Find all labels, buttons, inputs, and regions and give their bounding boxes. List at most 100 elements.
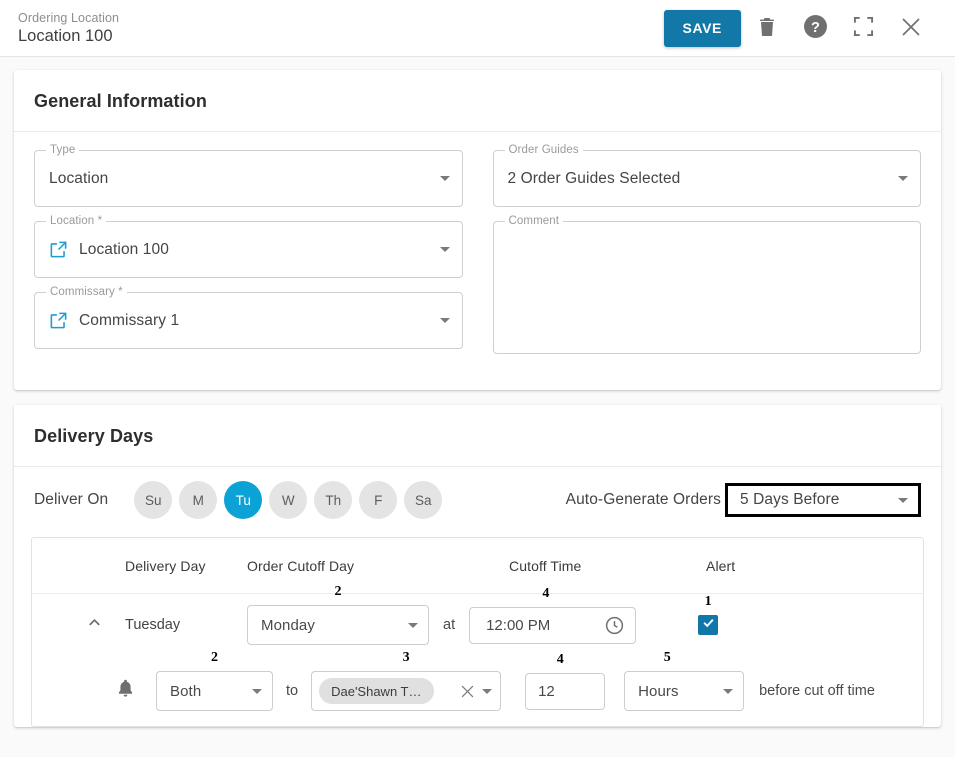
svg-text:?: ? <box>811 20 820 36</box>
order-cutoff-day-select[interactable]: Monday <box>247 605 429 645</box>
top-header-bar: Ordering Location Location 100 SAVE ? <box>0 0 955 57</box>
table-header-row: Delivery Day Order Cutoff Day Cutoff Tim… <box>32 538 923 594</box>
at-label: at <box>443 617 456 633</box>
alert-detail-row: 2 Both to 3 Dae'Shawn T… 4 12 5 Hours be… <box>32 650 923 726</box>
day-chip-m[interactable]: M <box>179 481 218 519</box>
save-button[interactable]: SAVE <box>663 9 741 47</box>
comment-input[interactable] <box>507 222 908 353</box>
alert-unit-group: 5 Hours <box>624 650 745 711</box>
type-value: Location <box>49 169 109 187</box>
alert-method-select[interactable]: Both <box>156 671 273 711</box>
chevron-down-icon <box>408 622 418 628</box>
location-value: Location 100 <box>79 240 169 258</box>
annotation-5: 5 <box>663 650 671 665</box>
column-header-order-cutoff-day: Order Cutoff Day <box>247 557 355 574</box>
table-row: Tuesday 2 Monday at 4 12:00 PM 1 <box>32 584 923 656</box>
day-chip-sa[interactable]: Sa <box>404 481 443 519</box>
alert-recipient-group: 3 Dae'Shawn T… <box>311 650 502 711</box>
comment-field[interactable]: Comment <box>492 214 921 354</box>
annotation-2: 2 <box>334 584 342 599</box>
deliver-on-label: Deliver On <box>34 491 109 508</box>
general-information-card: General Information Type Location Locati… <box>14 70 941 390</box>
order-guides-select[interactable]: Order Guides 2 Order Guides Selected <box>492 143 921 207</box>
bell-icon <box>115 678 136 704</box>
type-label: Type <box>46 143 80 157</box>
alert-unit-select[interactable]: Hours <box>624 671 745 711</box>
cutoff-time-group: 4 <box>469 586 637 644</box>
day-chip-tu[interactable]: Tu <box>224 481 263 519</box>
alert-checkbox[interactable] <box>698 615 719 635</box>
day-chip-su[interactable]: Su <box>134 481 173 519</box>
day-chip-group: Su M Tu W Th F Sa <box>134 481 443 519</box>
check-icon <box>701 615 716 635</box>
location-select[interactable]: Location * Location 100 <box>34 214 463 278</box>
day-chip-w[interactable]: W <box>269 481 308 519</box>
order-guides-label: Order Guides <box>504 143 583 157</box>
chevron-down-icon <box>482 688 493 694</box>
commissary-select[interactable]: Commissary * Commissary 1 <box>34 285 463 349</box>
chevron-down-icon <box>252 688 262 694</box>
help-button[interactable]: ? <box>793 6 837 50</box>
general-right-column: Order Guides 2 Order Guides Selected Com… <box>492 143 921 368</box>
trash-icon <box>757 16 777 41</box>
order-cutoff-day-group: 2 Monday <box>247 584 429 645</box>
general-information-grid: Type Location Location * Location 100 Co… <box>34 143 921 368</box>
open-in-new-icon[interactable] <box>49 240 68 259</box>
chevron-down-icon <box>898 176 908 181</box>
expand-row-toggle[interactable] <box>63 613 125 637</box>
delivery-schedule-table: Delivery Day Order Cutoff Day Cutoff Tim… <box>31 537 924 727</box>
annotation-3: 3 <box>402 650 410 665</box>
column-header-alert: Alert <box>706 557 736 574</box>
chevron-down-icon <box>723 688 734 694</box>
close-button[interactable] <box>889 6 933 50</box>
chevron-down-icon <box>898 497 908 503</box>
general-left-column: Type Location Location * Location 100 Co… <box>34 143 463 368</box>
auto-generate-orders-value: 5 Days Before <box>740 491 840 508</box>
cell-delivery-day: Tuesday <box>125 617 181 633</box>
type-select[interactable]: Type Location <box>34 143 463 207</box>
column-header-cutoff-time: Cutoff Time <box>509 557 582 574</box>
cutoff-time-input-wrap[interactable] <box>469 606 637 644</box>
alert-amount-input-wrap[interactable] <box>525 672 606 710</box>
delivery-days-card: Delivery Days Deliver On Su M Tu W Th F … <box>14 405 941 727</box>
auto-generate-orders-label: Auto-Generate Orders <box>565 491 721 508</box>
annotation-2b: 2 <box>211 650 218 665</box>
page-content: General Information Type Location Locati… <box>0 57 955 727</box>
annotation-4b: 4 <box>556 651 564 667</box>
header-actions: SAVE ? <box>663 6 934 50</box>
day-chip-f[interactable]: F <box>359 481 398 519</box>
general-information-body: Type Location Location * Location 100 Co… <box>14 132 941 390</box>
recipient-chip[interactable]: Dae'Shawn T… <box>319 678 434 704</box>
clear-recipients-icon[interactable] <box>459 683 476 700</box>
fullscreen-icon <box>853 16 874 40</box>
annotation-1: 1 <box>704 594 712 609</box>
order-cutoff-day-value: Monday <box>261 616 315 634</box>
notification-bell[interactable] <box>94 678 156 704</box>
annotation-4: 4 <box>542 585 550 601</box>
title-block: Ordering Location Location 100 <box>18 10 664 47</box>
auto-generate-orders-group: Auto-Generate Orders 5 Days Before <box>566 483 921 517</box>
alert-amount-input[interactable] <box>536 681 595 701</box>
header-subtitle: Ordering Location <box>18 10 120 25</box>
order-guides-value: 2 Order Guides Selected <box>507 169 681 187</box>
general-information-title: General Information <box>14 70 941 132</box>
commissary-value: Commissary 1 <box>79 311 180 329</box>
location-label: Location * <box>46 214 107 228</box>
commissary-label: Commissary * <box>46 285 127 299</box>
cutoff-time-input[interactable] <box>484 615 605 635</box>
fullscreen-button[interactable] <box>841 6 885 50</box>
alert-amount-group: 4 <box>525 652 606 710</box>
chevron-down-icon <box>439 247 450 252</box>
column-header-delivery-day: Delivery Day <box>125 557 206 574</box>
auto-generate-orders-select[interactable]: 5 Days Before <box>725 483 921 517</box>
delete-button[interactable] <box>745 6 789 50</box>
chevron-down-icon <box>439 176 450 181</box>
alert-checkbox-group: 1 <box>698 594 719 635</box>
day-chip-th[interactable]: Th <box>314 481 353 519</box>
clock-icon[interactable] <box>604 615 625 636</box>
alert-recipient-select[interactable]: Dae'Shawn T… <box>311 671 502 711</box>
alert-method-value: Both <box>170 682 202 700</box>
open-in-new-icon[interactable] <box>49 311 68 330</box>
deliver-on-row: Deliver On Su M Tu W Th F Sa Auto-Genera… <box>14 467 941 529</box>
delivery-days-title: Delivery Days <box>14 405 941 467</box>
